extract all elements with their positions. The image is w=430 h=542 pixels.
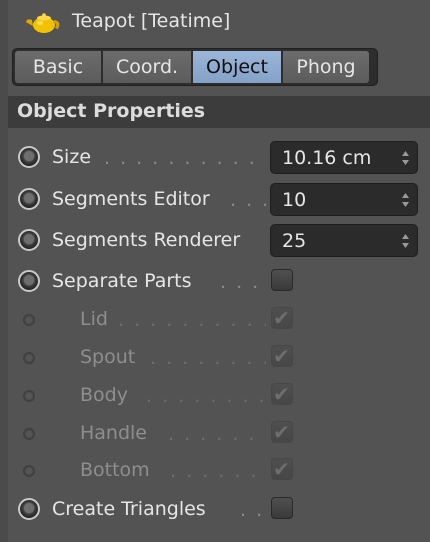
spinner-arrows-icon[interactable]	[401, 150, 410, 166]
body-row: Body . . . . . . . . . . . ✔	[8, 378, 430, 416]
leader-dots: . . . . . . . . . . .	[146, 385, 266, 407]
segments-editor-row: Segments Editor . . . 10	[8, 182, 430, 220]
tab-object[interactable]: Object	[193, 51, 281, 83]
animate-radio-icon[interactable]	[18, 270, 40, 292]
leader-dots: . . . . . . . . . . . . . .	[118, 309, 266, 331]
separate-parts-checkbox[interactable]	[271, 269, 293, 291]
separate-parts-row: Separate Parts . . . .	[8, 264, 430, 302]
segments-renderer-value: 25	[282, 230, 307, 252]
leader-dots: . . . . . . . .	[170, 460, 266, 482]
handle-label: Handle	[80, 422, 148, 444]
leader-dots: . .	[240, 499, 265, 521]
segments-editor-label: Segments Editor	[52, 188, 210, 210]
attribute-manager-panel: Teapot [Teatime] Basic Coord. Object Pho…	[8, 0, 430, 542]
leader-dots: . . . . . . . . .	[168, 423, 266, 445]
animate-radio-icon	[23, 428, 35, 440]
handle-checkbox: ✔	[271, 420, 293, 444]
separate-parts-label: Separate Parts	[52, 270, 192, 292]
segments-renderer-row: Segments Renderer 25	[8, 223, 430, 261]
leader-dots: . . . .	[220, 271, 266, 293]
object-title: Teapot [Teatime]	[72, 10, 231, 32]
checkmark-icon: ✔	[273, 306, 290, 330]
leader-dots: . . .	[230, 189, 266, 211]
create-triangles-checkbox[interactable]	[271, 497, 293, 519]
bottom-label: Bottom	[80, 459, 150, 481]
animate-radio-icon[interactable]	[18, 229, 40, 251]
object-header: Teapot [Teatime]	[8, 4, 430, 38]
segments-editor-input[interactable]: 10	[270, 183, 418, 216]
checkmark-icon: ✔	[273, 382, 290, 406]
section-title: Object Properties	[17, 100, 206, 122]
tab-bar: Basic Coord. Object Phong	[12, 48, 378, 86]
segments-renderer-label: Segments Renderer	[52, 229, 241, 251]
tab-basic[interactable]: Basic	[15, 51, 101, 83]
spout-label: Spout	[80, 346, 136, 368]
animate-radio-icon[interactable]	[18, 146, 40, 168]
size-label: Size	[52, 146, 92, 168]
lid-label: Lid	[80, 308, 108, 330]
handle-row: Handle . . . . . . . . . ✔	[8, 416, 430, 454]
section-header: Object Properties	[8, 96, 430, 128]
lid-row: Lid . . . . . . . . . . . . . . ✔	[8, 302, 430, 340]
segments-renderer-input[interactable]: 25	[270, 224, 418, 257]
segments-editor-value: 10	[282, 189, 307, 211]
size-input[interactable]: 10.16 cm	[270, 141, 418, 174]
create-triangles-row: Create Triangles . .	[8, 492, 430, 530]
body-label: Body	[80, 384, 128, 406]
animate-radio-icon[interactable]	[18, 498, 40, 520]
create-triangles-label: Create Triangles	[52, 498, 206, 520]
lid-checkbox: ✔	[271, 306, 293, 330]
size-row: Size . . . . . . . . . . . . . . . 10.16…	[8, 140, 430, 178]
bottom-checkbox: ✔	[271, 457, 293, 481]
animate-radio-icon[interactable]	[18, 188, 40, 210]
animate-radio-icon	[23, 390, 35, 402]
spout-row: Spout . . . . . . . . . . . ✔	[8, 340, 430, 378]
animate-radio-icon	[23, 465, 35, 477]
leader-dots: . . . . . . . . . . .	[150, 347, 266, 369]
tab-coord[interactable]: Coord.	[103, 51, 191, 83]
spinner-arrows-icon[interactable]	[401, 192, 410, 208]
body-checkbox: ✔	[271, 382, 293, 406]
animate-radio-icon	[23, 352, 35, 364]
teapot-icon	[26, 13, 60, 33]
checkmark-icon: ✔	[273, 457, 290, 481]
spinner-arrows-icon[interactable]	[401, 233, 410, 249]
checkmark-icon: ✔	[273, 420, 290, 444]
bottom-row: Bottom . . . . . . . . ✔	[8, 453, 430, 491]
spout-checkbox: ✔	[271, 344, 293, 368]
size-value: 10.16 cm	[282, 147, 372, 169]
checkmark-icon: ✔	[273, 344, 290, 368]
animate-radio-icon	[23, 314, 35, 326]
leader-dots: . . . . . . . . . . . . . . .	[104, 147, 264, 169]
tab-phong[interactable]: Phong	[283, 51, 369, 83]
